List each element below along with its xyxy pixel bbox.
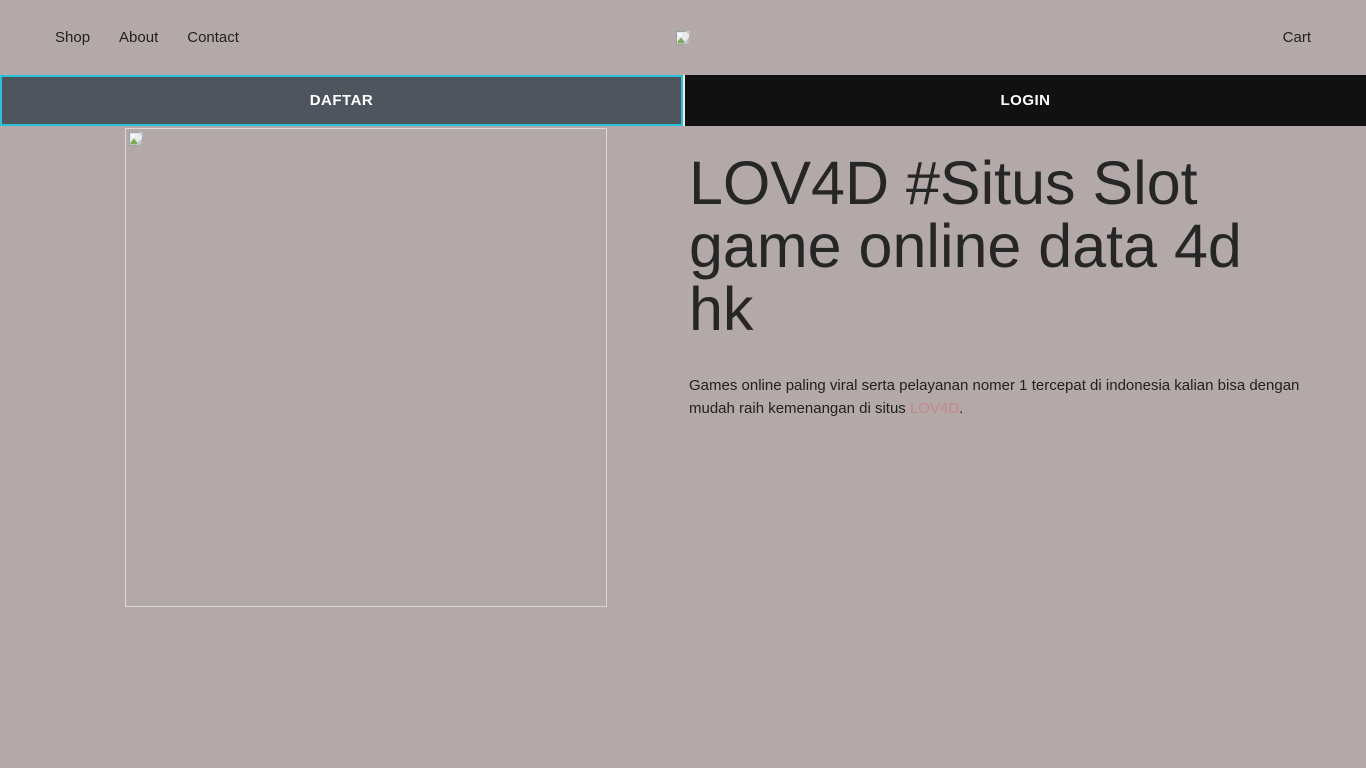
daftar-button[interactable]: DAFTAR — [0, 75, 683, 126]
login-button[interactable]: LOGIN — [683, 75, 1366, 126]
nav-item-about[interactable]: About — [119, 29, 158, 46]
nav-item-cart[interactable]: Cart — [1283, 29, 1311, 46]
hero-description: Games online paling viral serta pelayana… — [689, 374, 1329, 420]
lov4d-link[interactable]: LOV4D — [910, 400, 959, 417]
hero-description-text: Games online paling viral serta pelayana… — [689, 377, 1300, 417]
hero-text-column: LOV4D #Situs Slot game online data 4d hk… — [683, 126, 1366, 420]
logo-image-broken — [675, 30, 691, 46]
cta-button-row: DAFTAR LOGIN — [0, 75, 1366, 126]
page-title: LOV4D #Situs Slot game online data 4d hk — [689, 149, 1242, 343]
hero-image-placeholder — [125, 128, 607, 607]
broken-image-icon — [129, 132, 144, 147]
main-content: LOV4D #Situs Slot game online data 4d hk… — [0, 126, 1366, 607]
hero-description-period: . — [959, 400, 964, 417]
nav-right-links: Cart — [691, 29, 1311, 46]
nav-item-contact[interactable]: Contact — [187, 29, 239, 46]
broken-image-icon — [676, 30, 691, 46]
hero-image-column — [0, 126, 683, 607]
top-nav: Shop About Contact Cart — [0, 0, 1366, 75]
nav-left-links: Shop About Contact — [55, 29, 675, 46]
nav-item-shop[interactable]: Shop — [55, 29, 90, 46]
